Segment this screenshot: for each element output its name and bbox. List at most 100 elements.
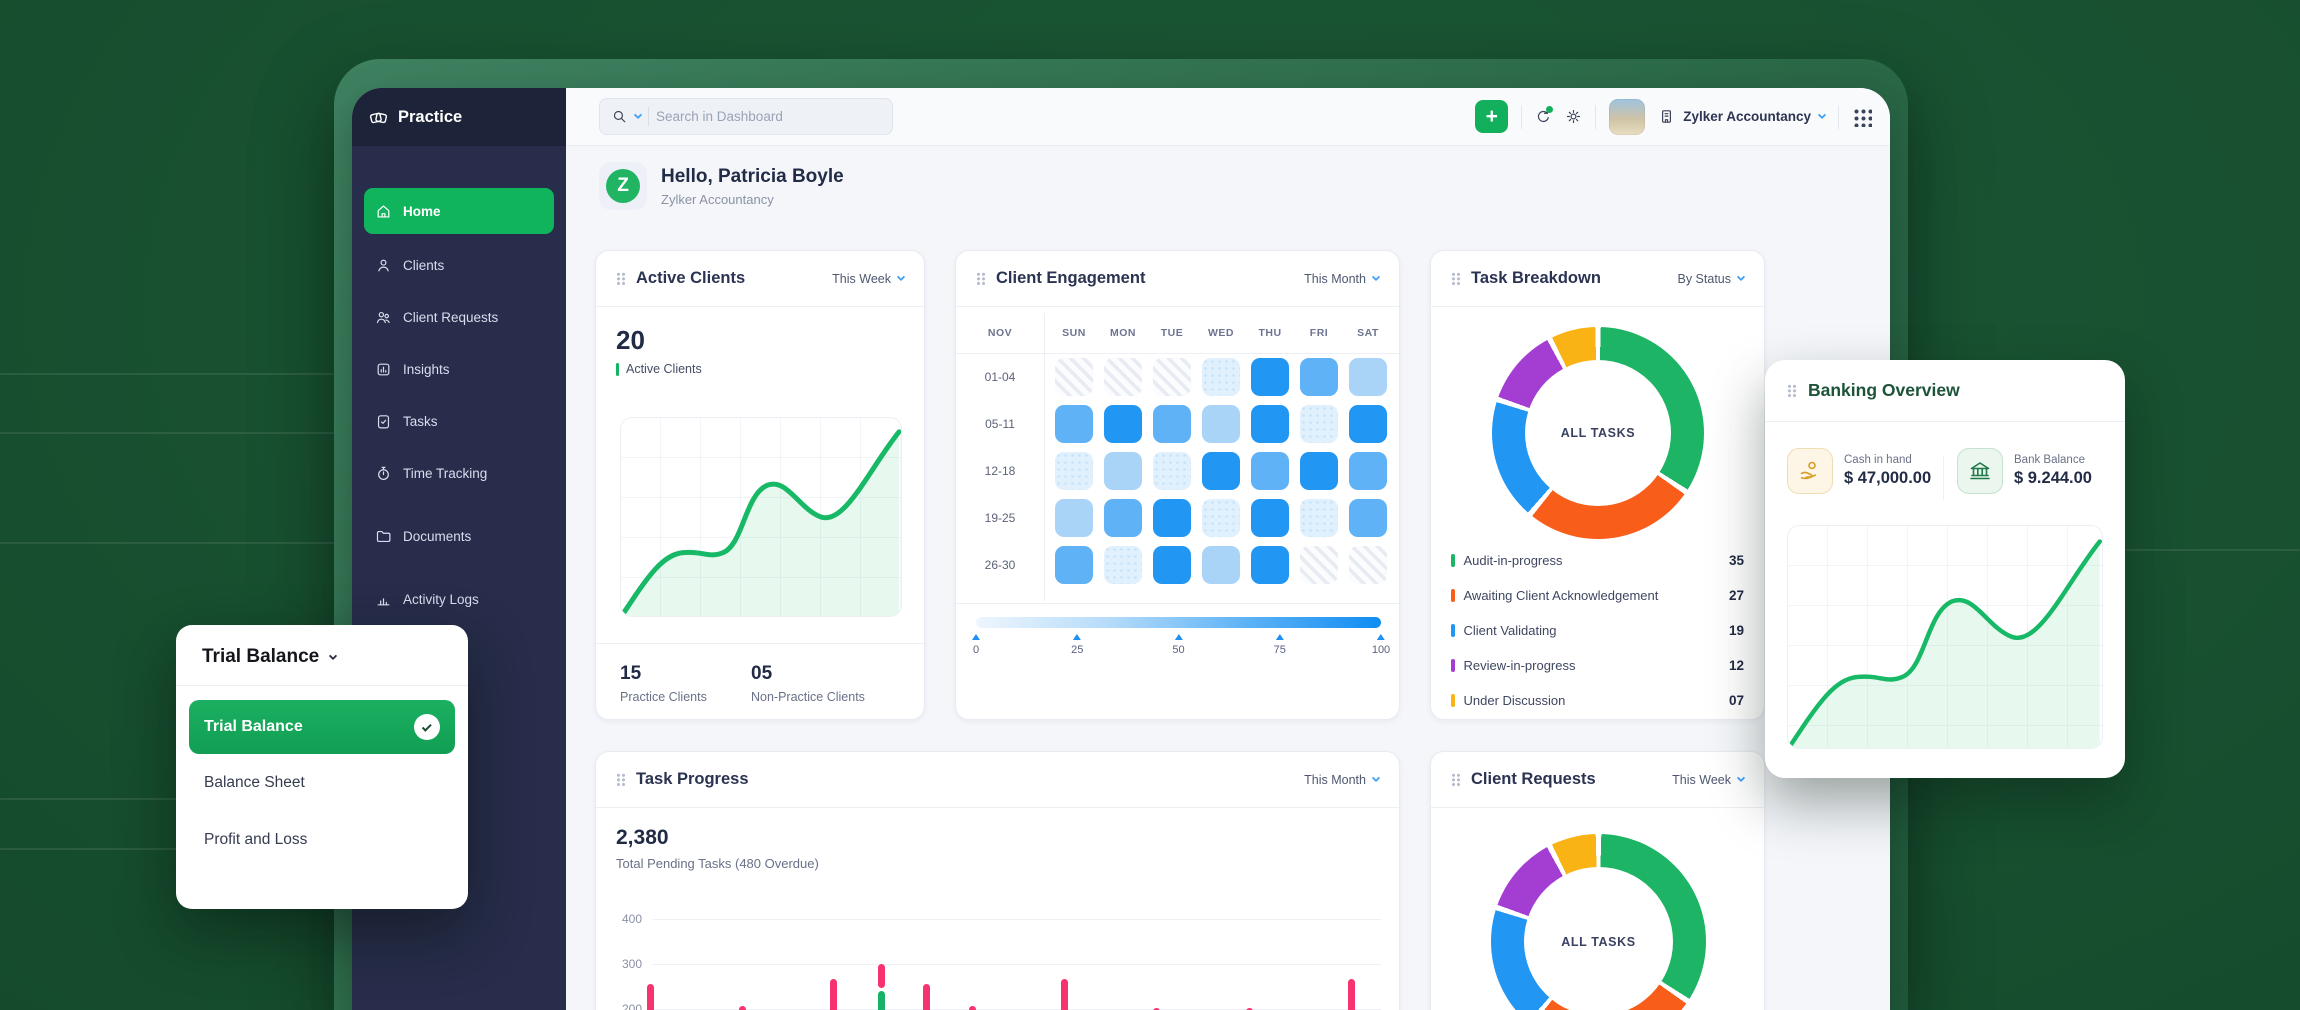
heatmap-row-label: 12-18 (956, 447, 1044, 494)
sidebar-item-label: Activity Logs (403, 592, 479, 607)
heatmap-cell-wrap (1251, 400, 1289, 447)
chevron-down-icon (329, 651, 337, 659)
heatmap-scale-tick: 100 (1372, 634, 1390, 656)
tasks-icon (375, 413, 392, 430)
drag-handle-icon[interactable] (1451, 773, 1461, 787)
heatmap-cell (1153, 405, 1191, 443)
sidebar-item-tasks[interactable]: Tasks (364, 401, 554, 441)
folder-icon (375, 528, 392, 545)
sidebar-item-label: Tasks (403, 414, 438, 429)
divider (1595, 105, 1596, 129)
popup-option[interactable]: Profit and Loss (189, 811, 455, 868)
heatmap-day-label: FRI (1300, 313, 1338, 353)
popup-option[interactable]: Balance Sheet (189, 754, 455, 811)
status-filter[interactable]: By Status (1678, 272, 1745, 286)
cash-in-hand-stat: Cash in hand $ 47,000.00 (1787, 448, 1931, 494)
heatmap-cell (1055, 405, 1093, 443)
tick-triangle-icon (972, 634, 980, 640)
org-switcher[interactable]: Zylker Accountancy (1658, 108, 1825, 125)
refresh-icon[interactable] (1535, 108, 1552, 125)
legend-value: 27 (1729, 588, 1744, 603)
period-filter[interactable]: This Month (1304, 272, 1379, 286)
heatmap-cell-wrap (1055, 447, 1093, 494)
popup-option-selected[interactable]: Trial Balance (189, 700, 455, 754)
heatmap-cell-wrap (1153, 353, 1191, 400)
card-header: Active Clients This Week (596, 251, 924, 307)
heatmap-cell-wrap (1104, 400, 1142, 447)
tick-triangle-icon (1073, 634, 1081, 640)
task-bar-segment (739, 1006, 746, 1010)
banking-overview-card: Banking Overview Cash in hand $ 47,000.0… (1765, 360, 2125, 778)
decor-line (0, 542, 352, 544)
active-clients-line-chart (620, 417, 902, 617)
heatmap-cell (1202, 358, 1240, 396)
heatmap-cell (1202, 452, 1240, 490)
period-filter[interactable]: This Week (1672, 773, 1744, 787)
heatmap-cell-wrap (1251, 541, 1289, 588)
legend-label: Under Discussion (1464, 693, 1566, 708)
heatmap-cell (1104, 546, 1142, 584)
filter-label: This Month (1304, 272, 1366, 286)
legend-value: 07 (1729, 693, 1744, 708)
drag-handle-icon[interactable] (1451, 272, 1461, 286)
search-icon (611, 108, 628, 125)
active-clients-value: 20 (616, 325, 904, 356)
person-icon (375, 257, 392, 274)
heatmap-cell-wrap (1104, 494, 1142, 541)
practice-clients-stat: 15 Practice Clients (620, 663, 707, 704)
tick-label: 25 (1071, 644, 1083, 656)
heatmap-cell-wrap (1104, 541, 1142, 588)
heatmap-scale-tick: 50 (1172, 634, 1184, 656)
task-bar-segment (830, 979, 837, 1010)
drag-handle-icon[interactable] (1787, 384, 1797, 398)
sidebar-item-documents[interactable]: Documents (364, 516, 554, 556)
task-breakdown-card: Task Breakdown By Status ALL TASKS Audit… (1430, 250, 1765, 720)
card-header: Client Engagement This Month (956, 251, 1399, 307)
search-placeholder: Search in Dashboard (656, 109, 783, 124)
card-title: Active Clients (636, 269, 745, 288)
heatmap-row-label: 26-30 (956, 541, 1044, 588)
drag-handle-icon[interactable] (616, 272, 626, 286)
sidebar-item-label: Documents (403, 529, 471, 544)
user-avatar[interactable] (1609, 99, 1645, 135)
heatmap-cell (1055, 499, 1093, 537)
greeting-subtitle: Zylker Accountancy (661, 192, 844, 207)
engagement-heatmap: NOVSUNMONTUEWEDTHUFRISAT01-0405-1112-181… (956, 313, 1387, 588)
sidebar-item-insights[interactable]: Insights (364, 349, 554, 389)
settings-gear-icon[interactable] (1565, 108, 1582, 125)
bank-balance-stat: Bank Balance $ 9.244.00 (1957, 448, 2092, 494)
legend-row: Awaiting Client Acknowledgement27 (1451, 578, 1744, 613)
apps-grid-icon[interactable] (1852, 107, 1872, 127)
chevron-down-icon (1372, 273, 1380, 281)
heatmap-scale-tick: 75 (1274, 634, 1286, 656)
period-filter[interactable]: This Week (832, 272, 904, 286)
legend-value: 19 (1729, 623, 1744, 638)
decor-line (2126, 549, 2300, 551)
sidebar-item-client-requests[interactable]: Client Requests (364, 297, 554, 337)
divider (1044, 313, 1045, 601)
sidebar-nav: Home Clients Client Requests Insights Tasks T… (352, 188, 566, 631)
divider (648, 107, 649, 126)
heatmap-cell (1104, 405, 1142, 443)
heatmap-day-label: WED (1202, 313, 1240, 353)
card-title: Task Breakdown (1471, 269, 1601, 288)
search-scope-chevron-icon[interactable] (634, 111, 642, 119)
org-avatar-letter: Z (606, 169, 640, 203)
filter-label: By Status (1678, 272, 1732, 286)
topbar-actions: + Zylker Accountancy (1475, 99, 1872, 135)
sidebar-item-clients[interactable]: Clients (364, 245, 554, 285)
drag-handle-icon[interactable] (976, 272, 986, 286)
add-button[interactable]: + (1475, 100, 1508, 133)
sidebar-item-home[interactable]: Home (364, 188, 554, 234)
heatmap-cell (1251, 405, 1289, 443)
task-bar-segment (647, 984, 654, 1010)
heatmap-cell-wrap (1300, 447, 1338, 494)
search-input[interactable]: Search in Dashboard (599, 98, 893, 135)
heatmap-cell-wrap (1153, 447, 1191, 494)
heatmap-row-label: 05-11 (956, 400, 1044, 447)
popup-header[interactable]: Trial Balance (176, 625, 468, 686)
sidebar-item-time-tracking[interactable]: Time Tracking (364, 453, 554, 493)
filter-label: This Week (832, 272, 891, 286)
heatmap-cell-wrap (1153, 494, 1191, 541)
sidebar-item-activity-logs[interactable]: Activity Logs (364, 579, 554, 619)
